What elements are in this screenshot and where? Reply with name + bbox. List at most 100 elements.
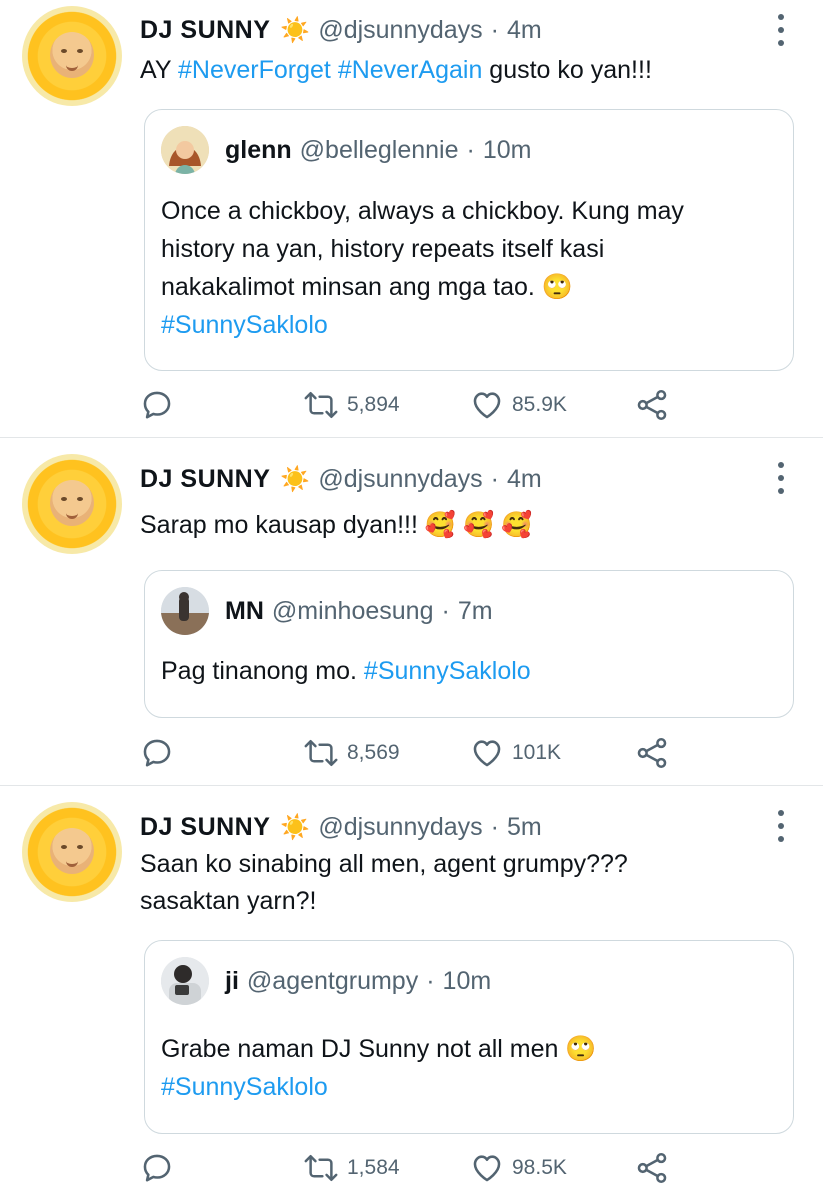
reply-icon bbox=[143, 391, 171, 419]
tweet-text: Saan ko sinabing all men, agent grumpy??… bbox=[140, 846, 780, 920]
quoted-tweet-text: Once a chickboy, always a chickboy. Kung… bbox=[161, 192, 781, 344]
separator-dot: · bbox=[426, 966, 435, 995]
avatar[interactable] bbox=[22, 6, 122, 106]
like-icon bbox=[473, 740, 501, 767]
quoted-display-name[interactable]: MN bbox=[225, 597, 264, 626]
username[interactable]: @djsunnydays bbox=[318, 813, 482, 842]
quoted-username[interactable]: @agentgrumpy bbox=[247, 967, 418, 996]
quoted-tweet[interactable]: glenn @belleglennie · 10m Once a chickbo… bbox=[144, 109, 794, 371]
separator-dot: · bbox=[490, 812, 499, 841]
reply-icon bbox=[143, 739, 171, 767]
timestamp[interactable]: 4m bbox=[507, 465, 542, 494]
quoted-timestamp[interactable]: 10m bbox=[483, 136, 532, 165]
quoted-tweet-header: ji @agentgrumpy · 10m bbox=[161, 957, 491, 1005]
share-icon bbox=[637, 389, 667, 421]
separator-dot: · bbox=[466, 135, 475, 164]
tweet-actions: 5,894 85.9K bbox=[140, 385, 700, 425]
tweet-actions: 1,584 98.5K bbox=[140, 1148, 700, 1188]
retweet-button[interactable]: 8,569 bbox=[303, 733, 400, 773]
text-segment bbox=[331, 56, 338, 84]
avatar-face bbox=[50, 480, 94, 526]
retweet-button[interactable]: 1,584 bbox=[303, 1148, 400, 1188]
timestamp[interactable]: 4m bbox=[507, 16, 542, 45]
display-name[interactable]: DJ SUNNY bbox=[140, 465, 270, 494]
reply-icon bbox=[143, 1154, 171, 1182]
username[interactable]: @djsunnydays bbox=[318, 16, 482, 45]
tweet[interactable]: DJ SUNNY ☀️ @djsunnydays · 4m Sarap mo k… bbox=[0, 438, 823, 785]
quoted-tweet-text: Pag tinanong mo. #SunnySaklolo bbox=[161, 652, 781, 690]
quoted-tweet-header: glenn @belleglennie · 10m bbox=[161, 126, 531, 174]
quoted-timestamp[interactable]: 10m bbox=[443, 967, 492, 996]
quoted-avatar bbox=[161, 957, 209, 1005]
like-count: 85.9K bbox=[512, 393, 567, 416]
quoted-username[interactable]: @minhoesung bbox=[272, 597, 434, 626]
reply-button[interactable] bbox=[140, 385, 174, 425]
more-icon[interactable] bbox=[770, 462, 792, 494]
quoted-text-line: Once a chickboy, always a chickboy. Kung… bbox=[161, 197, 684, 225]
hashtag-link[interactable]: #SunnySaklolo bbox=[364, 657, 531, 685]
sun-emoji: ☀️ bbox=[280, 813, 311, 841]
like-icon bbox=[473, 1155, 501, 1182]
hashtag-link[interactable]: #SunnySaklolo bbox=[161, 1068, 781, 1106]
reply-button[interactable] bbox=[140, 733, 174, 773]
share-button[interactable] bbox=[635, 385, 669, 425]
avatar[interactable] bbox=[22, 802, 122, 902]
retweet-count: 1,584 bbox=[347, 1156, 400, 1179]
tweet[interactable]: DJ SUNNY ☀️ @djsunnydays · 5m Saan ko si… bbox=[0, 786, 823, 1200]
like-button[interactable]: 85.9K bbox=[470, 385, 567, 425]
display-name[interactable]: DJ SUNNY bbox=[140, 16, 270, 45]
quoted-text-line: history na yan, history repeats itself k… bbox=[161, 235, 605, 263]
quoted-text-line: Pag tinanong mo. bbox=[161, 657, 364, 685]
hashtag-link[interactable]: #SunnySaklolo bbox=[161, 306, 781, 344]
timestamp[interactable]: 5m bbox=[507, 813, 542, 842]
quoted-tweet[interactable]: MN @minhoesung · 7m Pag tinanong mo. #Su… bbox=[144, 570, 794, 718]
quoted-tweet[interactable]: ji @agentgrumpy · 10m Grabe naman DJ Sun… bbox=[144, 940, 794, 1134]
tweet-header: DJ SUNNY ☀️ @djsunnydays · 4m bbox=[140, 461, 542, 497]
username[interactable]: @djsunnydays bbox=[318, 465, 482, 494]
quoted-display-name[interactable]: glenn bbox=[225, 136, 292, 165]
hashtag-link[interactable]: #NeverAgain bbox=[338, 56, 483, 84]
tweet[interactable]: DJ SUNNY ☀️ @djsunnydays · 4m AY #NeverF… bbox=[0, 0, 823, 437]
quoted-text-line: Grabe naman DJ Sunny not all men 🙄 bbox=[161, 1035, 597, 1063]
sun-emoji: ☀️ bbox=[280, 16, 311, 44]
tweet-text-line: sasaktan yarn?! bbox=[140, 887, 317, 915]
display-name[interactable]: DJ SUNNY bbox=[140, 813, 270, 842]
quoted-avatar bbox=[161, 126, 209, 174]
tweet-header: DJ SUNNY ☀️ @djsunnydays · 4m bbox=[140, 12, 542, 48]
quoted-tweet-text: Grabe naman DJ Sunny not all men 🙄 #Sunn… bbox=[161, 1030, 781, 1106]
quoted-text-line: nakakalimot minsan ang mga tao. 🙄 bbox=[161, 273, 573, 301]
like-count: 101K bbox=[512, 741, 562, 764]
text-segment: AY bbox=[140, 56, 178, 84]
quoted-avatar bbox=[161, 587, 209, 635]
retweet-icon bbox=[304, 1154, 338, 1182]
more-icon[interactable] bbox=[770, 810, 792, 842]
retweet-icon bbox=[304, 391, 338, 419]
retweet-button[interactable]: 5,894 bbox=[303, 385, 400, 425]
like-count: 98.5K bbox=[512, 1156, 567, 1179]
hashtag-link[interactable]: #NeverForget bbox=[178, 56, 331, 84]
reply-button[interactable] bbox=[140, 1148, 174, 1188]
share-button[interactable] bbox=[635, 1148, 669, 1188]
avatar[interactable] bbox=[22, 454, 122, 554]
quoted-username[interactable]: @belleglennie bbox=[300, 136, 459, 165]
retweet-count: 5,894 bbox=[347, 393, 400, 416]
avatar-face bbox=[50, 828, 94, 874]
more-icon[interactable] bbox=[770, 14, 792, 46]
quoted-tweet-header: MN @minhoesung · 7m bbox=[161, 587, 493, 635]
sun-emoji: ☀️ bbox=[280, 465, 311, 493]
quoted-display-name[interactable]: ji bbox=[225, 967, 239, 996]
avatar-face bbox=[50, 32, 94, 78]
tweet-actions: 8,569 101K bbox=[140, 733, 700, 773]
tweet-text: AY #NeverForget #NeverAgain gusto ko yan… bbox=[140, 52, 780, 89]
like-button[interactable]: 101K bbox=[470, 733, 561, 773]
like-button[interactable]: 98.5K bbox=[470, 1148, 567, 1188]
share-button[interactable] bbox=[635, 733, 669, 773]
text-segment: gusto ko yan!!! bbox=[482, 56, 652, 84]
tweet-header: DJ SUNNY ☀️ @djsunnydays · 5m bbox=[140, 809, 542, 845]
like-icon bbox=[473, 392, 501, 419]
quoted-timestamp[interactable]: 7m bbox=[458, 597, 493, 626]
retweet-icon bbox=[304, 739, 338, 767]
tweet-text: Sarap mo kausap dyan!!! 🥰 🥰 🥰 bbox=[140, 511, 533, 539]
separator-dot: · bbox=[490, 464, 499, 493]
share-icon bbox=[637, 737, 667, 769]
